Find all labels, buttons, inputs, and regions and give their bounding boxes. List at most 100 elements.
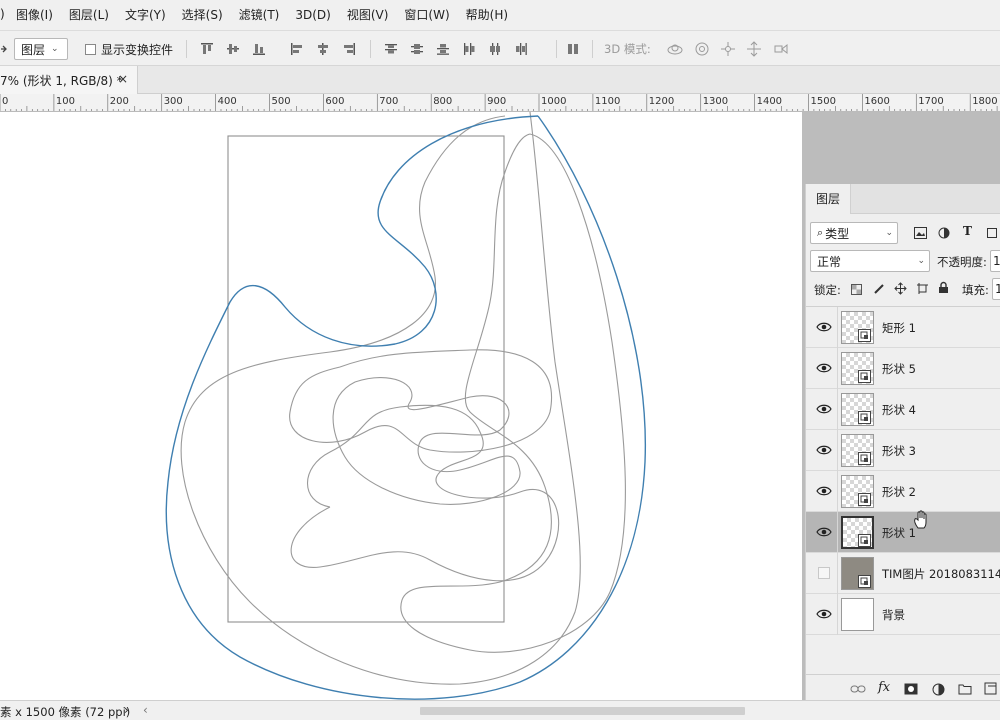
opacity-input[interactable]: 1 bbox=[990, 250, 1000, 272]
align-vertical-center-icon[interactable] bbox=[226, 42, 240, 56]
show-transform-control[interactable]: 显示变换控件 bbox=[85, 31, 173, 67]
adjustment-layer-icon[interactable] bbox=[932, 683, 945, 696]
distribute-hcenter-icon[interactable] bbox=[488, 42, 502, 56]
distribute-vcenter-icon[interactable] bbox=[410, 42, 424, 56]
adjustment-filter-icon[interactable] bbox=[938, 227, 950, 239]
filter-type-dropdown[interactable]: ⌕ 类型 ⌄ bbox=[810, 222, 898, 244]
type-filter-icon[interactable]: T bbox=[963, 224, 972, 238]
add-mask-icon[interactable] bbox=[904, 683, 918, 695]
distribute-left-icon[interactable] bbox=[462, 42, 476, 56]
show-transform-checkbox[interactable] bbox=[85, 43, 96, 55]
menu-item[interactable]: 视图(V) bbox=[339, 0, 397, 30]
ruler-label: 100 bbox=[56, 96, 75, 107]
visibility-eye-icon[interactable] bbox=[816, 320, 832, 334]
auto-align-icon[interactable] bbox=[566, 31, 580, 67]
layer-row[interactable]: 形状 3 bbox=[806, 430, 1000, 471]
visibility-eye-icon[interactable] bbox=[816, 443, 832, 457]
new-group-icon[interactable] bbox=[958, 683, 972, 695]
layer-filter-row: ⌕ 类型 ⌄ T bbox=[806, 220, 1000, 246]
layer-row[interactable]: TIM图片 2018083114... bbox=[806, 553, 1000, 594]
visibility-toggle[interactable] bbox=[818, 567, 830, 579]
align-right-icon[interactable] bbox=[342, 42, 356, 56]
lock-artboard-icon[interactable] bbox=[916, 282, 929, 295]
layer-name[interactable]: TIM图片 2018083114... bbox=[882, 566, 1000, 582]
document-tab[interactable]: 7% (形状 1, RGB/8) * × bbox=[0, 66, 138, 94]
lock-row: 锁定: 填充: 1 bbox=[806, 276, 1000, 302]
shape-layer-icon bbox=[858, 493, 871, 506]
layer-thumbnail[interactable] bbox=[841, 598, 874, 631]
menu-item[interactable]: 图层(L) bbox=[61, 0, 117, 30]
align-horizontal-center-icon[interactable] bbox=[316, 42, 330, 56]
visibility-eye-icon[interactable] bbox=[816, 607, 832, 621]
menu-item[interactable]: 文字(Y) bbox=[117, 0, 174, 30]
menu-bar: ) 图像(I) 图层(L) 文字(Y) 选择(S) 滤镜(T) 3D(D) 视图(V) 窗口(… bbox=[0, 0, 1000, 30]
layer-row[interactable]: 形状 2 bbox=[806, 471, 1000, 512]
menu-item[interactable]: 窗口(W) bbox=[396, 0, 457, 30]
menu-item[interactable]: 3D(D) bbox=[287, 0, 338, 30]
menu-item[interactable]: 帮助(H) bbox=[458, 0, 516, 30]
close-icon[interactable]: × bbox=[118, 72, 128, 86]
menu-item[interactable]: 滤镜(T) bbox=[231, 0, 288, 30]
roll-3d-icon[interactable] bbox=[694, 41, 710, 57]
shape-2-path[interactable] bbox=[290, 404, 560, 582]
smart-object-icon bbox=[858, 575, 871, 588]
shape-5-path[interactable] bbox=[180, 112, 581, 685]
image-filter-icon[interactable] bbox=[914, 227, 927, 239]
lock-image-icon[interactable] bbox=[873, 283, 885, 295]
scroll-left-arrow[interactable]: ‹ bbox=[143, 703, 148, 717]
visibility-eye-icon[interactable] bbox=[816, 484, 832, 498]
link-layers-icon[interactable] bbox=[850, 684, 866, 694]
shape-layer-icon bbox=[858, 329, 871, 342]
layer-row[interactable]: 形状 1 bbox=[806, 512, 1000, 553]
drag-3d-icon[interactable] bbox=[720, 41, 736, 57]
status-menu-arrow[interactable]: › bbox=[124, 703, 129, 717]
visibility-eye-icon[interactable] bbox=[816, 525, 832, 539]
layer-name[interactable]: 形状 3 bbox=[882, 443, 916, 459]
layer-name[interactable]: 背景 bbox=[882, 607, 905, 623]
layer-name[interactable]: 形状 5 bbox=[882, 361, 916, 377]
divider bbox=[837, 348, 838, 389]
chevron-down-icon: ⌄ bbox=[885, 228, 893, 238]
layer-row[interactable]: 背景 bbox=[806, 594, 1000, 635]
horizontal-scrollbar[interactable] bbox=[420, 707, 745, 715]
align-bottom-icon[interactable] bbox=[252, 42, 266, 56]
ruler-label: 200 bbox=[110, 96, 129, 107]
menu-item[interactable]: 图像(I) bbox=[8, 0, 61, 30]
layer-name[interactable]: 矩形 1 bbox=[882, 320, 916, 336]
layer-list: 矩形 1 形状 5 形状 4 形状 3 形状 2 形状 1 TIM图片 2018083114… bbox=[806, 306, 1000, 636]
layer-row[interactable]: 形状 5 bbox=[806, 348, 1000, 389]
distribute-bottom-icon[interactable] bbox=[436, 42, 450, 56]
slide-3d-icon[interactable] bbox=[746, 41, 762, 57]
visibility-eye-icon[interactable] bbox=[816, 402, 832, 416]
layer-name[interactable]: 形状 4 bbox=[882, 402, 916, 418]
canvas[interactable] bbox=[0, 112, 802, 700]
rotate-3d-icon[interactable] bbox=[666, 41, 684, 57]
align-top-icon[interactable] bbox=[200, 42, 214, 56]
tab-layers[interactable]: 图层 bbox=[806, 184, 851, 214]
status-bar: 素 x 1500 像素 (72 ppi) › ‹ bbox=[0, 700, 1000, 720]
layer-name[interactable]: 形状 2 bbox=[882, 484, 916, 500]
lock-transparent-icon[interactable] bbox=[851, 284, 862, 295]
visibility-eye-icon[interactable] bbox=[816, 361, 832, 375]
fx-icon[interactable]: fx bbox=[878, 680, 890, 695]
inner-blob-path[interactable] bbox=[332, 377, 521, 505]
shape-3-path[interactable] bbox=[289, 349, 553, 453]
lock-all-icon[interactable] bbox=[938, 281, 949, 294]
align-left-icon[interactable] bbox=[290, 42, 304, 56]
lock-position-icon[interactable] bbox=[894, 282, 907, 295]
auto-select-dropdown[interactable]: 图层 ⌄ bbox=[14, 38, 68, 60]
fill-input[interactable]: 1 bbox=[992, 278, 1000, 300]
layer-row[interactable]: 矩形 1 bbox=[806, 307, 1000, 348]
scale-3d-icon[interactable] bbox=[772, 41, 788, 57]
menu-item[interactable]: 选择(S) bbox=[174, 0, 231, 30]
ruler-label: 800 bbox=[433, 96, 452, 107]
shape-filter-icon[interactable] bbox=[986, 227, 998, 239]
distribute-top-icon[interactable] bbox=[384, 42, 398, 56]
new-layer-icon[interactable] bbox=[984, 682, 997, 695]
distribute-right-icon[interactable] bbox=[514, 42, 528, 56]
blend-mode-dropdown[interactable]: 正常 ⌄ bbox=[810, 250, 930, 272]
layer-row[interactable]: 形状 4 bbox=[806, 389, 1000, 430]
ruler-label: 300 bbox=[164, 96, 183, 107]
shape-1-selected-path[interactable] bbox=[165, 115, 647, 700]
layer-name[interactable]: 形状 1 bbox=[882, 525, 916, 541]
